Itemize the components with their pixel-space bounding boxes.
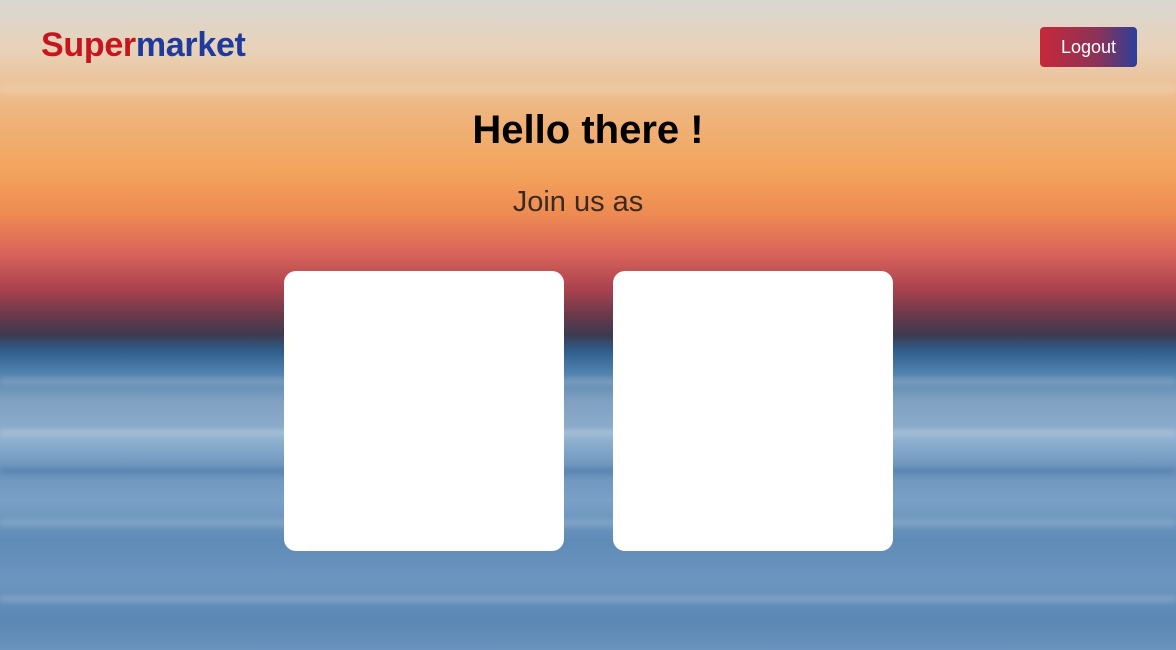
logo[interactable]: Supermarket [41,26,246,65]
page-title: Hello there ! [472,108,704,152]
background-streak [0,468,1176,474]
logout-button[interactable]: Logout [1040,27,1137,67]
page-subtitle: Join us as [512,186,644,218]
header: Supermarket Logout [0,0,1176,94]
background-streak [0,596,1176,602]
logo-text-super: Super [41,26,136,64]
background-streak [0,520,1176,526]
logo-text-market: market [135,26,246,64]
page-background: Supermarket Logout Hello there ! Join us… [0,0,1176,650]
role-card-1[interactable] [284,271,564,551]
role-card-2[interactable] [613,271,893,551]
background-streak [0,430,1176,436]
background-streak [0,378,1176,384]
